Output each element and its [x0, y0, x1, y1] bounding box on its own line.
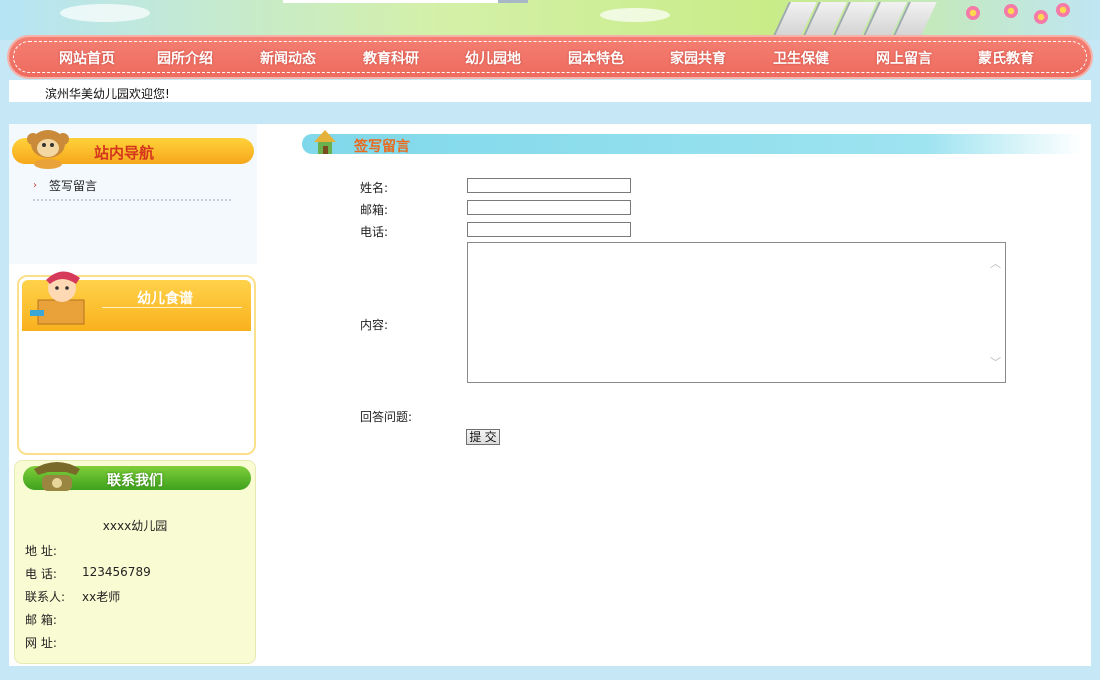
top-strip	[498, 0, 528, 3]
site-nav-item-label: 签写留言	[49, 179, 98, 193]
site-nav-title: 站内导航	[94, 144, 155, 162]
email-label: 邮箱:	[360, 203, 389, 217]
contact-label: 地 址:	[25, 544, 57, 558]
arrow-icon: ›	[33, 180, 37, 191]
contact-title: 联系我们	[107, 473, 163, 489]
name-input[interactable]	[467, 178, 631, 193]
contact-row-phone: 电 话: 123456789	[25, 565, 151, 582]
submit-button[interactable]: 提 交	[466, 429, 500, 445]
phone-label: 电话:	[360, 225, 389, 239]
welcome-text: 滨州华美幼儿园欢迎您!	[45, 87, 170, 101]
nav-item-news[interactable]: 新闻动态	[260, 48, 316, 68]
scroll-down-icon[interactable]: ﹀	[990, 354, 1001, 370]
cloud-decoration	[60, 4, 150, 22]
contact-row-email: 邮 箱:	[25, 611, 57, 628]
nav-item-about[interactable]: 园所介绍	[157, 48, 213, 68]
nav-item-montessori[interactable]: 蒙氏教育	[978, 48, 1034, 68]
question-label: 回答问题:	[360, 410, 413, 424]
nav-item-features[interactable]: 园本特色	[568, 48, 624, 68]
contact-row-address: 地 址:	[25, 542, 57, 559]
nav-item-research[interactable]: 教育科研	[363, 48, 419, 68]
welcome-bar: 滨州华美幼儿园欢迎您!	[9, 80, 1091, 102]
mascot-kid-icon	[26, 266, 96, 328]
form-title: 签写留言	[354, 139, 410, 155]
site-nav-list: › 签写留言	[33, 178, 233, 194]
main-nav: 网站首页 园所介绍 新闻动态 教育科研 幼儿园地 园本特色 家园共育 卫生保健 …	[9, 37, 1091, 77]
stairs-decoration	[770, 2, 960, 40]
contact-row-person: 联系人: xx老师	[25, 588, 120, 605]
nav-item-guestbook[interactable]: 网上留言	[876, 48, 932, 68]
scroll-up-icon[interactable]: ︿	[990, 255, 1001, 271]
nav-item-health[interactable]: 卫生保健	[773, 48, 829, 68]
telephone-icon	[30, 459, 84, 495]
cloud-decoration	[600, 8, 670, 22]
recipe-title: 幼儿食谱	[137, 291, 193, 307]
house-icon	[310, 128, 340, 158]
email-input[interactable]	[467, 200, 631, 215]
form-header: 签写留言	[282, 128, 1082, 160]
contact-label: 联系人:	[25, 590, 66, 604]
contact-label: 电 话:	[25, 567, 57, 581]
name-label: 姓名:	[360, 181, 389, 195]
divider	[33, 199, 231, 201]
content-label: 内容:	[360, 318, 389, 332]
nav-item-home[interactable]: 网站首页	[59, 48, 115, 68]
phone-input[interactable]	[467, 222, 631, 237]
contact-value: xx老师	[82, 590, 121, 604]
contact-label: 网 址:	[25, 636, 57, 650]
mascot-monkey-icon	[22, 126, 76, 170]
contact-value: 123456789	[82, 565, 151, 579]
form-header-bar	[302, 134, 1082, 154]
recipe-header-line	[102, 307, 242, 308]
top-strip	[283, 0, 498, 3]
nav-item-family[interactable]: 家园共育	[670, 48, 726, 68]
contact-label: 邮 箱:	[25, 613, 57, 627]
flowers-decoration	[960, 0, 1100, 40]
nav-item-kids[interactable]: 幼儿园地	[465, 48, 521, 68]
content-textarea[interactable]: ︿ ﹀	[467, 242, 1006, 383]
contact-row-website: 网 址:	[25, 634, 57, 651]
site-nav-item-guestbook[interactable]: › 签写留言	[33, 178, 233, 194]
header-banner	[0, 0, 1100, 40]
contact-org: xxxx幼儿园	[102, 519, 168, 533]
